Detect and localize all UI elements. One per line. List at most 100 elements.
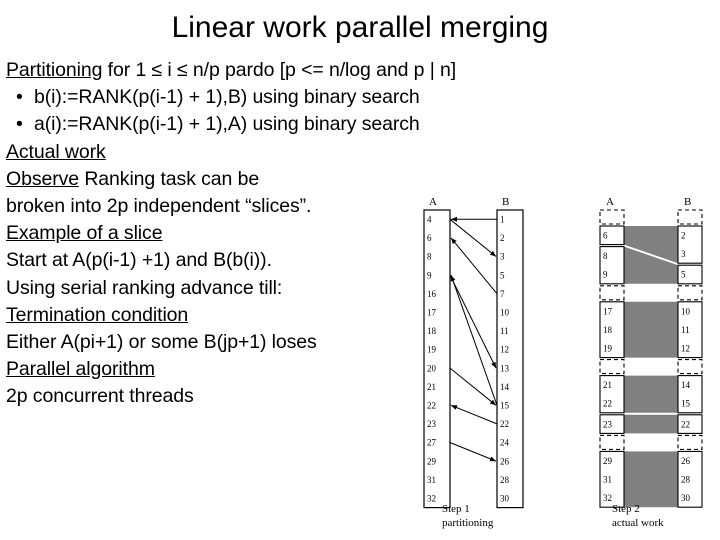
- column-b-cell: 11: [681, 325, 690, 335]
- figure-step1-caption: Step 1 partitioning: [442, 502, 493, 530]
- text-rest-partitioning: for 1 ≤ i ≤ n/p pardo [p <= n/log and p …: [102, 59, 457, 81]
- column-a-cell: 19: [603, 344, 613, 354]
- slice-polygon: [624, 301, 678, 358]
- column-b-cell: 30: [681, 493, 691, 503]
- column-b-label: B: [684, 196, 691, 208]
- caption-step1-line2: partitioning: [442, 517, 494, 529]
- boundary-dashed-box: [677, 209, 703, 225]
- boundary-dashed-box: [599, 434, 625, 450]
- column-b-cell: 28: [681, 475, 691, 485]
- column-a-cell: 27: [427, 438, 437, 448]
- column-a-cell: 17: [603, 306, 613, 316]
- text-rest-bullet-a: a(i):=RANK(p(i-1) + 1),A) using binary s…: [34, 113, 420, 136]
- column-b-cell: 12: [681, 344, 690, 354]
- column-a-cell: 22: [603, 399, 612, 409]
- column-b-cell: 5: [500, 270, 505, 280]
- step1-diagram: AB 4689161718192021222327293132123571011…: [423, 196, 524, 509]
- text-rest-either-a: Either A(pi+1) or some B(jp+1) loses: [6, 330, 317, 353]
- text-line-actual-work: Actual work: [6, 139, 606, 166]
- boundary-dashed-box: [599, 359, 625, 375]
- underlined-heading-observe: Observe: [6, 167, 79, 190]
- column-b-cell: 3: [500, 252, 505, 262]
- underlined-heading-example-slice: Example of a slice: [6, 222, 163, 245]
- rank-arrow: [450, 404, 498, 425]
- column-b-cell: 28: [500, 475, 510, 485]
- column-a-cell: 21: [603, 380, 612, 390]
- figure-step2-caption: Step 2 actual work: [612, 502, 664, 530]
- text-rest-using-serial: Using serial ranking advance till:: [6, 276, 283, 299]
- column-a-cell: 4: [427, 215, 432, 225]
- underlined-heading-partitioning: Partitioning: [6, 59, 103, 81]
- column-a-cell: 6: [427, 233, 432, 243]
- column-b-cell: 24: [500, 438, 510, 448]
- column-b-cell: 1: [500, 215, 505, 225]
- column-b-cell: 2: [681, 231, 686, 241]
- rank-arrow: [450, 274, 498, 406]
- rank-arrow: [449, 218, 497, 257]
- column-b-cell: 14: [500, 382, 510, 392]
- column-a-cell: 18: [603, 325, 613, 335]
- column-a-cell: 19: [427, 345, 437, 355]
- column-a-cell: 8: [603, 251, 608, 261]
- rank-arrow: [450, 237, 498, 295]
- slice-polygon: [624, 451, 678, 508]
- boundary-dashed-box: [677, 359, 703, 375]
- rank-arrow: [449, 367, 497, 406]
- text-line-partitioning: Partitioning for 1 ≤ i ≤ n/p pardo [p <=…: [6, 57, 606, 84]
- column-a-cell: 31: [427, 475, 436, 485]
- column-a-cell: 18: [427, 326, 437, 336]
- figure-step2-actual-work: AB 6 8 9 17 18 19 21 22 23 29 31 32 2 3 5 10 11 12 14 15 22 2…: [582, 192, 720, 540]
- boundary-dashed-box: [677, 434, 703, 450]
- column-a-cell: 32: [603, 493, 612, 503]
- text-rest-2p-threads: 2p concurrent threads: [6, 385, 194, 408]
- column-b-cell: 10: [500, 308, 510, 318]
- slice-polygon: [624, 414, 678, 434]
- column-b-cell: 13: [500, 363, 510, 373]
- column-b-cell: 26: [681, 456, 691, 466]
- boundary-dashed-box: [677, 285, 703, 301]
- caption-step2-line2: actual work: [612, 517, 664, 529]
- column-a-label: A: [429, 196, 437, 208]
- column-a-label: A: [606, 196, 614, 208]
- text-line-bullet-b: • b(i):=RANK(p(i-1) + 1),B) using binary …: [6, 84, 606, 111]
- bullet-icon: •: [16, 86, 23, 109]
- page-title: Linear work parallel merging: [171, 11, 549, 44]
- column-b-cell: 3: [681, 249, 686, 259]
- column-a-cell: 23: [603, 419, 613, 429]
- boundary-dashed-box: [599, 209, 625, 225]
- underlined-heading-termination: Termination condition: [6, 303, 189, 326]
- column-b-cell: 14: [681, 380, 691, 390]
- column-b-cell: 22: [681, 419, 690, 429]
- caption-step1-line1: Step 1: [442, 503, 470, 515]
- column-a-cell: 9: [427, 270, 432, 280]
- column-b-cell: 2: [500, 233, 505, 243]
- column-b-cell: 7: [500, 289, 505, 299]
- column-a-cell: 17: [427, 308, 437, 318]
- column-b-cell: 15: [500, 401, 510, 411]
- bullet-icon: •: [16, 113, 23, 136]
- column-a-cell: 32: [427, 494, 436, 504]
- caption-step2-line1: Step 2: [612, 503, 640, 515]
- column-a-cell: 21: [427, 382, 436, 392]
- column-a-cell: 9: [603, 270, 608, 280]
- column-a-cell: 31: [603, 475, 612, 485]
- boundary-dashed-box: [599, 285, 625, 301]
- column-a-cell: 20: [427, 363, 437, 373]
- figure-step1-partitioning: AB 4 6 8 9 16 17 18 19 20 21 22 23 27 29 31 32 1 2 3 5 7 10 11…: [412, 192, 552, 540]
- column-b-label: B: [502, 196, 509, 208]
- column-b-cell: 26: [500, 456, 510, 466]
- column-a-cell: 8: [427, 252, 432, 262]
- step2-diagram: AB 6891718192122232931322351011121415222…: [599, 196, 703, 508]
- column-b-cell: 22: [500, 419, 509, 429]
- underlined-heading-parallel-algorithm: Parallel algorithm: [6, 358, 155, 381]
- column-b-cell: 5: [681, 270, 686, 280]
- text-rest-broken-into: broken into 2p independent “slices”.: [6, 194, 312, 217]
- underlined-heading-actual-work: Actual work: [6, 140, 106, 163]
- column-a-cell: 16: [427, 289, 437, 299]
- rank-arrow: [449, 442, 497, 462]
- column-b-cell: 10: [681, 306, 691, 316]
- column-b-cell: 15: [681, 399, 691, 409]
- column-a-cell: 23: [427, 419, 437, 429]
- column-a-cell: 29: [427, 456, 437, 466]
- column-a-cell: 22: [427, 401, 436, 411]
